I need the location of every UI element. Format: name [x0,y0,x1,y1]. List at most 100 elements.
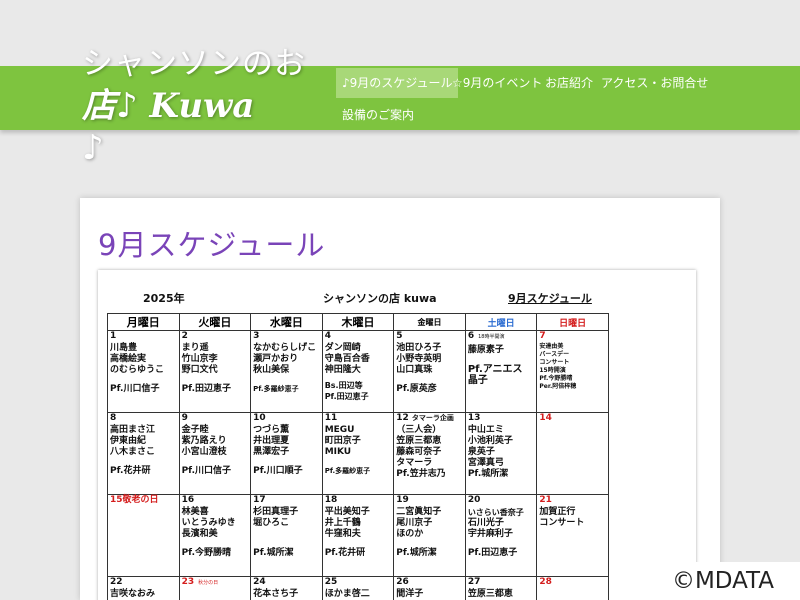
event-line: コンサート [539,518,585,528]
pianist: Pf.今野勝晴 [181,548,232,558]
pianist: Pf.川口信子 [181,466,232,476]
calendar-day-cell: 9 金子睦 紫乃路えり 小宮山澄枝 Pf.川口信子 [178,412,252,495]
performer: 池田ひろ子 [396,343,442,353]
event-note: タマーラ企画 [411,414,454,422]
weekday-header: 日曜日 [536,313,609,331]
performer: 町田京子 [324,436,361,446]
day-number: 20 [467,495,481,505]
pianist: Pf.川口順子 [253,466,303,476]
page-title: 9月スケジュール [98,228,326,262]
day-number: 17 [253,495,266,505]
weekday-header: 土曜日 [464,313,538,331]
performer: 高橋絵実 [110,354,147,364]
calendar-day-cell: 25 ほかま啓二 [321,576,395,600]
performer: なかむらしげこ [253,343,317,353]
nav-item-about[interactable]: お店紹介 [539,68,599,98]
performer: ほのか [396,529,424,539]
performer: いとうみゆき [181,518,236,528]
nav-item-facilities[interactable]: 設備のご案内 [336,100,420,130]
calendar-day-cell: 1 川島豊 高橋絵実 のむらゆうこ Pf.川口信子 [107,330,180,413]
performer: 小野寺英明 [396,354,442,364]
performer: 間洋子 [396,589,424,599]
day-number: 21 [539,495,552,505]
performer: 石川光子 [467,518,504,528]
site-logo[interactable]: シャンソンのお 店♪ Kuwa ♪ [82,44,306,168]
performer: 川島豊 [110,343,138,353]
performer: 金子睦 [181,425,209,435]
event-line: バースデー [539,351,570,358]
performer: 泉英子 [467,447,495,457]
performer: 秋山美保 [253,365,290,375]
logo-line-1: シャンソンのお [82,46,306,82]
day-number: 10 [253,413,266,423]
start-time-note: 18時半開演 [478,334,505,340]
weekday-header: 月曜日 [107,313,180,331]
performer: 瀬戸かおり [253,354,299,364]
performer: 竹山京李 [181,354,218,364]
performer: 長濱和美 [181,529,218,539]
calendar-day-cell: 6 18時半開演 藤原素子 Pf.アニエス 晶子 [464,330,538,413]
holiday-name: 秋分の日 [198,580,219,586]
day-number: 1 [110,331,117,341]
day-number: 28 [539,577,552,587]
calendar-day-cell: 11 MEGU 町田京子 MIKU Pf.多羅紗恵子 [321,412,395,495]
calendar-day-cell: 26 間洋子 [393,576,466,600]
performer: 紫乃路えり [181,436,227,446]
holiday-name: 敬老の日 [122,495,159,505]
day-number: 13 [467,413,481,423]
performer: ほかま啓二 [324,589,370,599]
calendar-day-cell: 19 二宮眞知子 尾川京子 ほのか Pf.城所潔 [393,494,466,577]
nav-item-events[interactable]: ☆9月のイベント [446,68,548,98]
performer: 高田まさ江 [110,425,156,435]
performer: 神田隆大 [324,365,361,375]
calendar-day-cell: 27 笠原三都恵 [464,576,538,600]
calendar-day-cell: 4 ダン岡崎 守島百合香 神田隆大 Bs.田辺等 Pf.田辺恵子 [321,330,395,413]
calendar-day-cell: 22 吉咲なおみ [107,576,180,600]
day-number: 5 [396,331,403,341]
event-line: コンサート [539,359,570,366]
performer: 八木まさこ [110,447,156,457]
pianist: Pf.川口信子 [110,384,160,394]
performer: 井出理夏 [253,436,290,446]
calendar-day-cell: 13 中山エミ 小池利英子 泉英子 宮澤真弓 Pf.城所潔 [464,412,538,495]
performer: 小池利英子 [467,436,513,446]
day-number: 24 [253,577,266,587]
calendar-day-cell: 14 [536,412,609,495]
watermark: ©MDATA [646,562,800,600]
performer: 野口文代 [181,365,218,375]
performer: 小宮山澄枝 [181,447,227,457]
day-number: 2 [181,331,188,341]
logo-line-2: 店♪ Kuwa [82,86,255,126]
performer: MEGU [324,425,355,435]
calendar-day-cell: 12 タマーラ企画 （三人会） 笠原三都恵 藤森可奈子 タマーラ Pf.笠井志乃 [393,412,466,495]
nav-item-access[interactable]: アクセス・お問合せ [595,68,714,98]
pianist: Pf.アニエス [467,364,523,375]
performer: 笠原三都恵 [467,589,513,599]
calendar-day-cell: 8 高田まさ江 伊東由紀 八木まさこ Pf.花井研 [107,412,180,495]
weekday-header: 金曜日 [393,313,466,331]
day-number: 6 18時半開演 [467,331,505,341]
bassist: Bs.田辺等 [324,381,363,390]
calendar-day-cell: 23 秋分の日 [178,576,252,600]
calendar-day-cell: 2 まり遥 竹山京李 野口文代 Pf.田辺恵子 [178,330,252,413]
day-number: 14 [539,413,552,423]
day-number: 22 [110,577,123,587]
percussion: Per.阿倍梓穂 [539,383,577,390]
event-name: （三人会） [396,425,442,435]
content-panel: 9月スケジュール 2025年 シャンソンの店 kuwa 9月スケジュール 月曜日… [80,198,720,600]
start-time: 15時開演 [539,367,566,374]
pianist-name: 晶子 [467,375,488,386]
day-number: 16 [181,495,195,505]
performer: 中山エミ [467,425,504,435]
weekday-header: 水曜日 [250,313,323,331]
performer: のむらゆうこ [110,365,165,375]
pianist: Pf.笠井志乃 [396,469,446,479]
nav-item-schedule[interactable]: ♪9月のスケジュール [336,68,459,98]
calendar-table: 月曜日 火曜日 水曜日 木曜日 金曜日 土曜日 日曜日 1 川島豊 高橋絵実 の… [107,313,609,600]
pianist: Pf.多羅紗恵子 [253,385,299,393]
day-number: 12 タマーラ企画 [396,413,454,423]
calendar-day-cell: 21 加賀正行 コンサート [536,494,609,577]
day-number: 23 秋分の日 [181,577,219,587]
day-number: 11 [324,413,338,423]
calendar-day-cell: 17 杉田真理子 堀ひろこ Pf.城所潔 [250,494,323,577]
